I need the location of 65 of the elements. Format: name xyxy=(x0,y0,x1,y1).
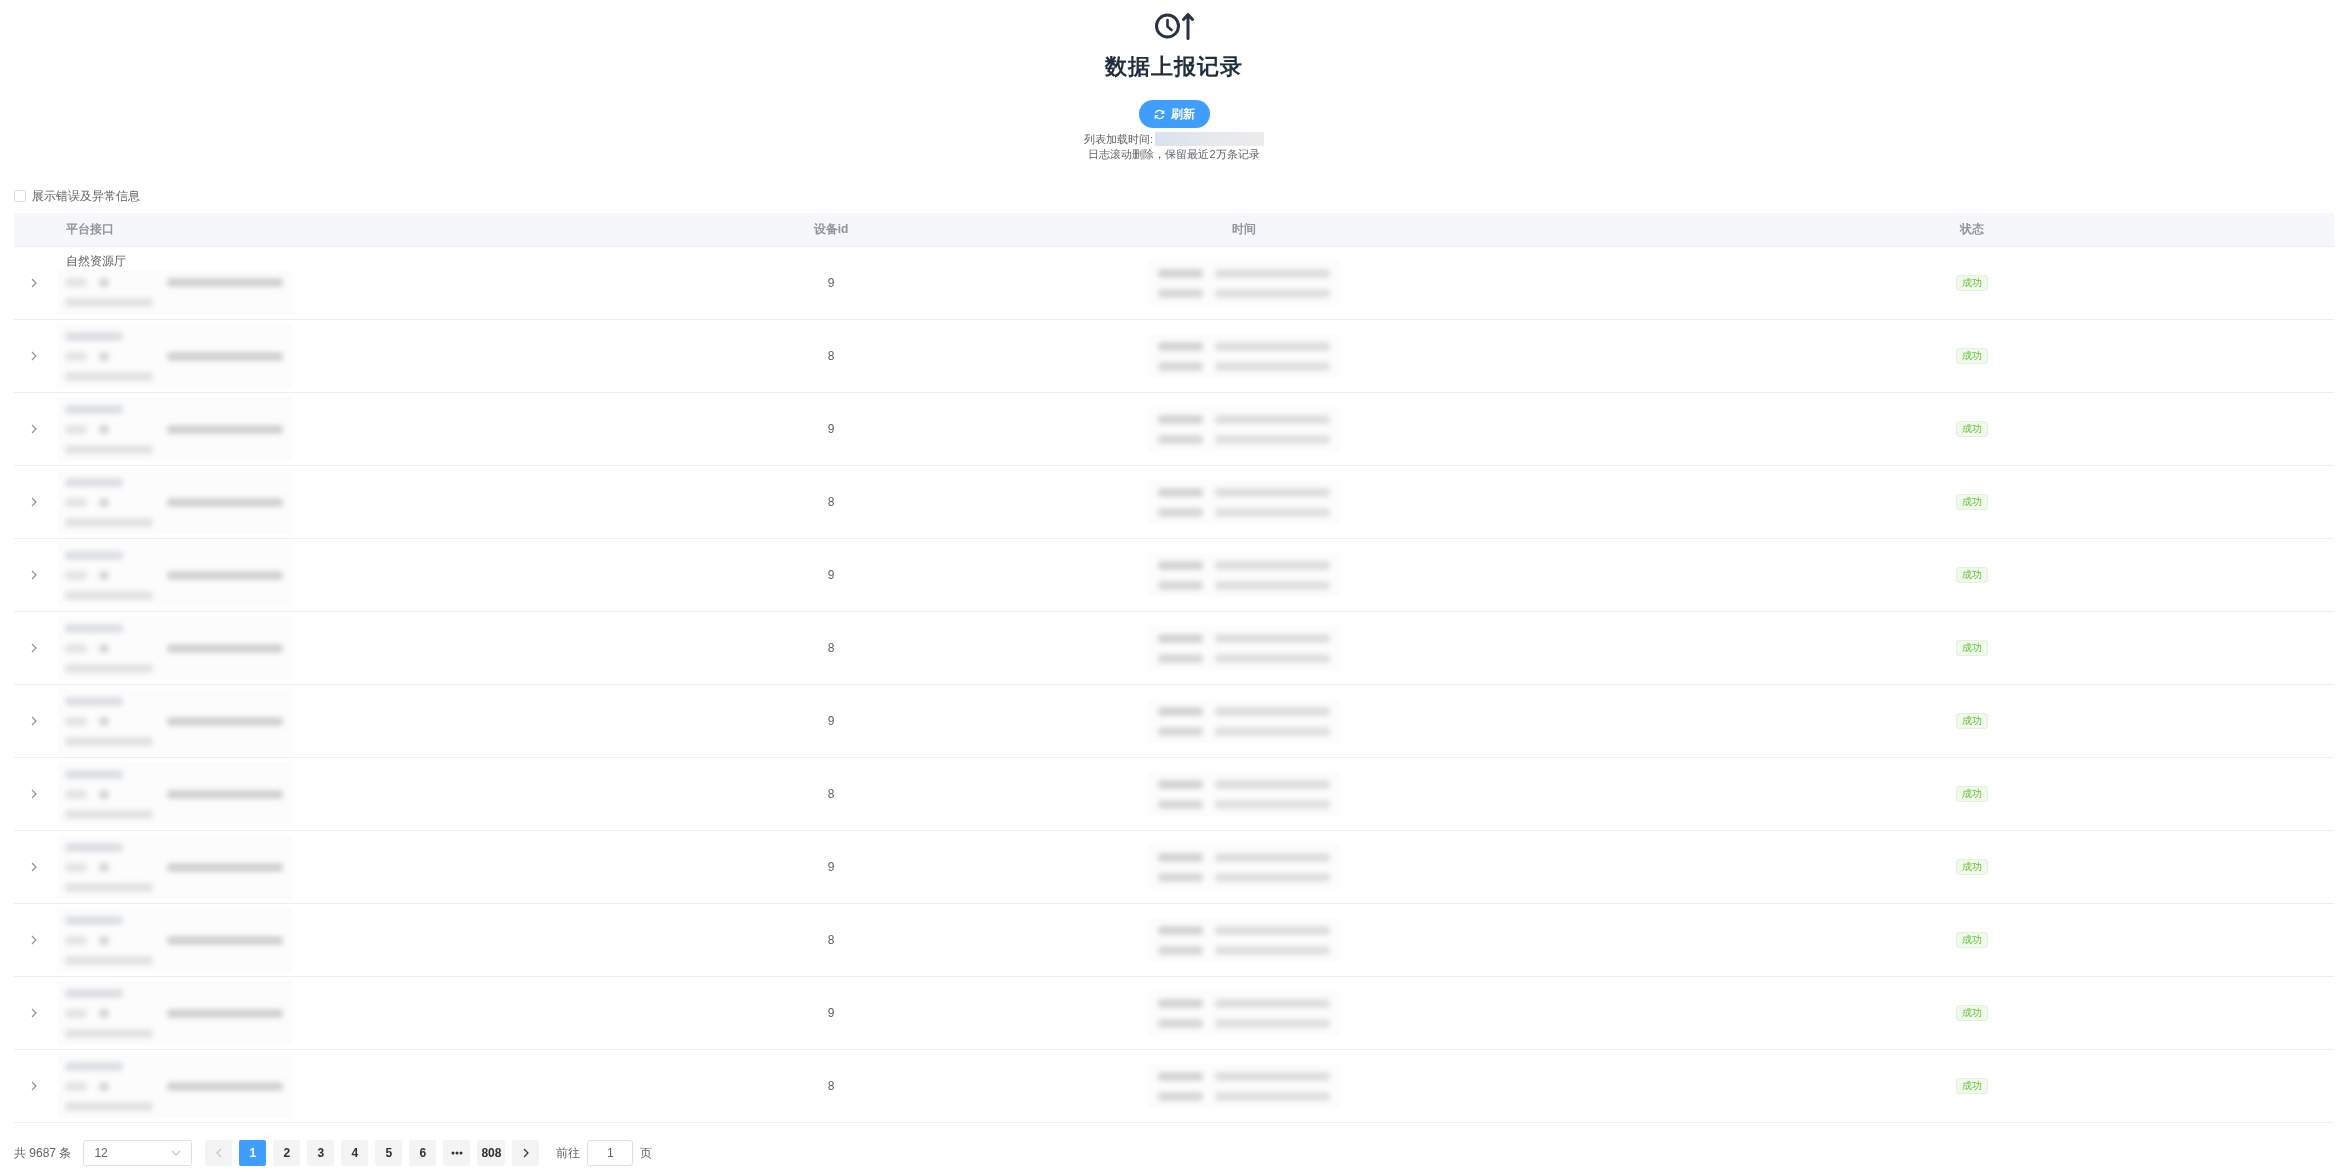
table-cell: 9 xyxy=(827,422,835,436)
status-tag: 成功 xyxy=(1956,275,1988,291)
chevron-right-icon[interactable] xyxy=(30,570,38,580)
page-button[interactable]: 6 xyxy=(409,1140,437,1166)
status-tag: 成功 xyxy=(1956,859,1988,875)
total-count: 共 9687 条 xyxy=(14,1144,72,1162)
column-header: 状态 xyxy=(1960,221,1984,238)
chevron-right-icon[interactable] xyxy=(30,1081,38,1091)
page-button[interactable]: 3 xyxy=(307,1140,335,1166)
table-cell: 8 xyxy=(827,495,835,509)
table-cell: 9 xyxy=(827,860,835,874)
column-header: 时间 xyxy=(1232,221,1256,238)
page-button[interactable]: 2 xyxy=(273,1140,301,1166)
status-tag: 成功 xyxy=(1956,1078,1988,1094)
table-cell: 8 xyxy=(827,349,835,363)
column-header: 设备id xyxy=(813,221,849,238)
chevron-right-icon[interactable] xyxy=(30,351,38,361)
goto-suffix: 页 xyxy=(640,1144,653,1162)
table-cell: 8 xyxy=(827,787,835,801)
page-button[interactable]: 4 xyxy=(341,1140,369,1166)
chevron-right-icon[interactable] xyxy=(30,278,38,288)
table-cell: 9 xyxy=(827,568,835,582)
more-icon xyxy=(450,1151,463,1155)
chevron-right-icon[interactable] xyxy=(30,716,38,726)
page-title: 数据上报记录 xyxy=(1105,53,1243,81)
status-tag: 成功 xyxy=(1956,1005,1988,1021)
table-cell: 9 xyxy=(827,1006,835,1020)
status-tag: 成功 xyxy=(1956,640,1988,656)
more-pages-button[interactable] xyxy=(443,1140,471,1166)
chevron-right-icon xyxy=(522,1148,529,1158)
chevron-right-icon[interactable] xyxy=(30,643,38,653)
chevron-right-icon[interactable] xyxy=(30,424,38,434)
load-time-label: 列表加载时间: xyxy=(1083,131,1154,147)
page-jump-input[interactable]: 1 xyxy=(587,1140,634,1166)
page-size-select[interactable]: 12 xyxy=(83,1140,193,1166)
status-tag: 成功 xyxy=(1956,567,1988,583)
status-tag: 成功 xyxy=(1956,932,1988,948)
refresh-icon xyxy=(1153,108,1165,120)
retention-note: 日志滚动删除，保留最近2万条记录 xyxy=(1088,147,1260,162)
page-button[interactable]: 808 xyxy=(477,1140,506,1166)
chevron-right-icon[interactable] xyxy=(30,1008,38,1018)
goto-label: 前往 xyxy=(556,1144,581,1162)
table-cell: 8 xyxy=(827,1079,835,1093)
chevron-left-icon xyxy=(215,1148,222,1158)
status-tag: 成功 xyxy=(1956,713,1988,729)
caret-down-icon xyxy=(171,1150,182,1156)
table-cell: 9 xyxy=(827,276,835,290)
status-tag: 成功 xyxy=(1956,348,1988,364)
status-tag: 成功 xyxy=(1956,421,1988,437)
chevron-right-icon[interactable] xyxy=(30,789,38,799)
next-page-button[interactable] xyxy=(512,1140,540,1166)
chevron-right-icon[interactable] xyxy=(30,497,38,507)
page-button[interactable]: 5 xyxy=(375,1140,403,1166)
column-header: 平台接口 xyxy=(66,221,114,238)
checkbox[interactable] xyxy=(14,190,26,202)
table-cell: 8 xyxy=(827,641,835,655)
checkbox-label[interactable]: 展示错误及异常信息 xyxy=(32,187,140,205)
chevron-right-icon[interactable] xyxy=(30,862,38,872)
status-tag: 成功 xyxy=(1956,786,1988,802)
status-tag: 成功 xyxy=(1956,494,1988,510)
table-cell-text: 自然资源厅 xyxy=(66,253,126,270)
table-cell: 9 xyxy=(827,714,835,728)
clock-arrow-up-icon xyxy=(1154,12,1194,40)
chevron-right-icon[interactable] xyxy=(30,935,38,945)
table-cell: 8 xyxy=(827,933,835,947)
